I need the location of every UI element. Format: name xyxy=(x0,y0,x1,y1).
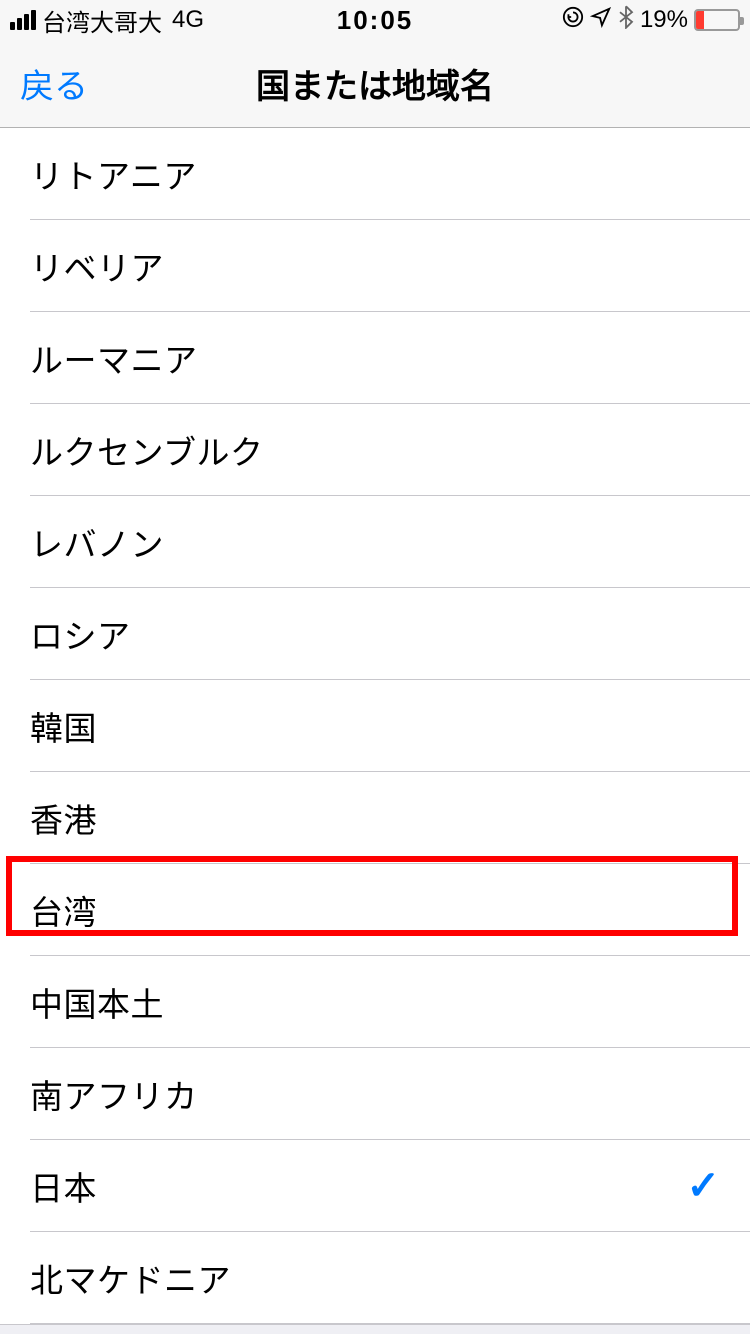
country-label: 台湾 xyxy=(30,886,97,934)
country-label: 韓国 xyxy=(30,702,97,750)
signal-icon xyxy=(10,10,36,30)
country-label: ルーマニア xyxy=(30,334,198,382)
country-label: 香港 xyxy=(30,794,97,842)
country-label: 中国本土 xyxy=(30,978,164,1026)
country-list: リトアニアリベリアルーマニアルクセンブルクレバノンロシア韓国香港台湾中国本土南ア… xyxy=(0,128,750,1324)
country-row[interactable]: ルクセンブルク xyxy=(0,404,750,496)
location-icon xyxy=(590,6,612,35)
status-left: 台湾大哥大 4G xyxy=(10,3,204,38)
country-label: リベリア xyxy=(30,242,164,290)
country-label: レバノン xyxy=(30,518,164,566)
row-divider xyxy=(30,1323,750,1324)
country-label: リトアニア xyxy=(30,150,197,198)
clock-label: 10:05 xyxy=(337,5,414,36)
country-row[interactable]: レバノン xyxy=(0,496,750,588)
country-row[interactable]: ルーマニア xyxy=(0,312,750,404)
country-label: 日本 xyxy=(30,1162,97,1210)
status-bar: 台湾大哥大 4G 10:05 19% xyxy=(0,0,750,40)
back-button[interactable]: 戻る xyxy=(20,59,88,108)
country-row[interactable]: 中国本土 xyxy=(0,956,750,1048)
country-row[interactable]: リトアニア xyxy=(0,128,750,220)
orientation-lock-icon xyxy=(562,6,584,35)
bluetooth-icon xyxy=(618,5,634,36)
country-row[interactable]: ロシア xyxy=(0,588,750,680)
country-row[interactable]: 韓国 xyxy=(0,680,750,772)
country-label: ロシア xyxy=(30,610,131,658)
checkmark-icon: ✓ xyxy=(686,1163,720,1209)
country-row[interactable]: リベリア xyxy=(0,220,750,312)
country-label: ルクセンブルク xyxy=(30,426,264,474)
status-right: 19% xyxy=(562,5,740,36)
country-row[interactable]: 南アフリカ xyxy=(0,1048,750,1140)
network-label: 4G xyxy=(172,6,204,34)
carrier-label: 台湾大哥大 xyxy=(42,3,162,38)
country-row[interactable]: 台湾 xyxy=(0,864,750,956)
country-row[interactable]: 日本 ✓ xyxy=(0,1140,750,1232)
country-row[interactable]: 北マケドニア xyxy=(0,1232,750,1324)
battery-percent-label: 19% xyxy=(640,6,688,34)
country-label: 南アフリカ xyxy=(30,1070,198,1118)
country-label: 北マケドニア xyxy=(30,1254,231,1302)
footer-gap xyxy=(0,1324,750,1334)
battery-icon xyxy=(694,9,740,31)
page-title: 国または地域名 xyxy=(256,59,494,108)
country-row[interactable]: 香港 xyxy=(0,772,750,864)
nav-bar: 戻る 国または地域名 xyxy=(0,40,750,128)
